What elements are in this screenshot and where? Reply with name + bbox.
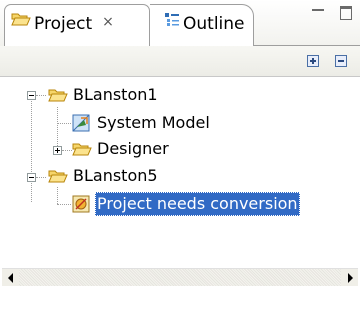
view-toolbar [0,46,360,77]
project-view: Project × Outline BLanston1 System Model… [0,0,360,309]
tree-item-blanston1[interactable]: BLanston1 [48,83,160,107]
folder-open-icon [48,167,68,191]
tree-item-label: BLanston5 [73,166,158,185]
folder-open-icon [72,140,92,164]
arrow-right-icon [348,273,353,283]
tab-outline[interactable]: Outline [150,4,254,46]
tree-item-label: Designer [97,139,169,158]
view-controls [312,6,352,24]
tab-project-label: Project [34,14,93,34]
expand-toggle[interactable] [27,173,36,182]
tree-item-label: System Model [97,113,210,132]
scrollbar-track[interactable] [19,269,341,286]
maximize-icon[interactable] [340,6,352,20]
tab-outline-label: Outline [183,14,245,34]
close-tab-icon[interactable]: × [102,3,114,41]
expand-toggle[interactable] [27,91,36,100]
arrow-left-icon [8,273,13,283]
collapse-all-icon[interactable] [335,55,347,67]
horizontal-scrollbar[interactable] [2,268,358,286]
tree-item-blanston5[interactable]: BLanston5 [48,164,160,188]
tab-project[interactable]: Project × [4,4,150,46]
folder-open-icon [11,3,31,41]
expand-all-icon[interactable] [307,55,319,67]
folder-open-icon [48,86,68,110]
tree-item-designer[interactable]: Designer [72,137,171,161]
tree-item-project-needs-conversion[interactable]: Project needs conversion [72,192,300,216]
tree-item-label: BLanston1 [73,85,158,104]
outline-icon [164,3,180,41]
project-tree: BLanston1 System Model Designer BLanston… [0,77,360,267]
expand-toggle[interactable] [53,146,62,155]
tab-bar: Project × Outline [0,0,360,46]
tree-item-system-model[interactable]: System Model [72,111,212,135]
tree-item-label-selected: Project needs conversion [95,192,300,216]
minimize-icon[interactable] [312,9,324,21]
scroll-right-button[interactable] [341,269,358,286]
warning-conversion-icon [72,195,92,220]
system-model-icon [72,114,92,139]
scroll-left-button[interactable] [2,269,19,286]
